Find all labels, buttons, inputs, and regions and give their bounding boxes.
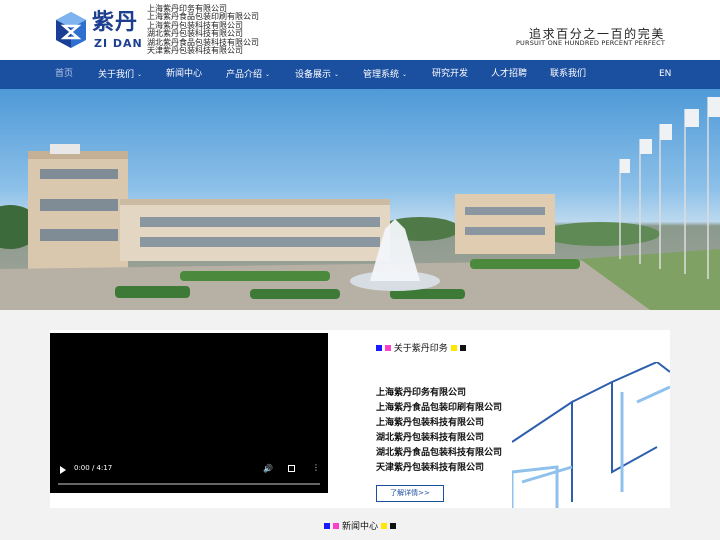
nav-home[interactable]: 首页 [55,60,73,89]
nav-lang-en[interactable]: EN [659,60,671,89]
cmyk-black-square-icon [389,523,396,529]
about-company: 湖北紫丹包装科技有限公司 [376,433,485,443]
main-nav: 首页 关于我们 ⌄ 新闻中心 产品介绍 ⌄ 设备展示 ⌄ 管理系统 ⌄ 研究开发 人才招… [0,60,720,89]
nav-news[interactable]: 新闻中心 [166,60,202,89]
cmyk-magenta-square-icon [384,345,391,351]
video-time: 0:00 / 4:17 [74,464,113,472]
learn-more-button[interactable]: 了解详情>> [376,485,444,502]
hero-banner-image [0,89,720,310]
chevron-down-icon: ⌄ [265,71,271,78]
nav-label: 新闻中心 [166,69,203,79]
cmyk-yellow-square-icon [450,345,457,351]
nav-products[interactable]: 产品介绍 ⌄ [226,60,270,89]
about-company: 湖北紫丹食品包装科技有限公司 [376,448,503,458]
nav-label: 人才招聘 [491,69,528,79]
about-title: 关于紫丹印务 [376,341,466,354]
cmyk-yellow-square-icon [380,523,387,529]
cmyk-blue-square-icon [324,523,331,529]
zidan-logo-icon[interactable] [56,12,86,48]
about-company: 天津紫丹包装科技有限公司 [376,463,485,473]
chevron-down-icon: ⌄ [402,71,408,78]
nav-label: 联系我们 [550,69,587,79]
fullscreen-icon[interactable] [288,465,295,472]
about-company: 上海紫丹包装科技有限公司 [376,418,485,428]
nav-about[interactable]: 关于我们 ⌄ [98,60,142,89]
nav-label: 产品介绍 [226,70,263,80]
chevron-down-icon: ⌄ [334,71,340,78]
factory-photo [0,97,720,310]
about-company-list: 上海紫丹印务有限公司 上海紫丹食品包装印刷有限公司 上海紫丹包装科技有限公司 湖… [376,386,502,476]
nav-label: 设备展示 [295,70,332,80]
chevron-down-icon: ⌄ [137,71,143,78]
volume-icon[interactable]: 🔊 [263,464,273,473]
more-options-icon[interactable]: ⋮ [312,463,320,472]
about-company: 上海紫丹食品包装印刷有限公司 [376,403,503,413]
play-icon[interactable] [60,466,66,474]
logo-text-en[interactable]: ZI DAN [94,38,143,50]
nav-label: 首页 [55,69,74,79]
header-company-list: 上海紫丹印务有限公司 上海紫丹食品包装印刷有限公司 上海紫丹包装科技有限公司 湖… [147,4,259,56]
video-progress-bar[interactable] [58,483,320,485]
nav-rnd[interactable]: 研究开发 [432,60,468,89]
nav-label: 研究开发 [432,69,469,79]
nav-management[interactable]: 管理系统 ⌄ [363,60,407,89]
header-company: 天津紫丹包装科技有限公司 [147,46,243,56]
cmyk-black-square-icon [459,345,466,351]
slogan-en: PURSUIT ONE HUNDRED PERCENT PERFECT [515,39,665,47]
decorative-logo-outline [512,362,670,508]
nav-label: 管理系统 [363,70,400,80]
nav-contact[interactable]: 联系我们 [550,60,586,89]
news-section-title: 新闻中心 [0,519,720,532]
logo-text-cn[interactable]: 紫丹 [92,10,138,36]
nav-equipment[interactable]: 设备展示 ⌄ [295,60,339,89]
cmyk-magenta-square-icon [333,523,340,529]
nav-careers[interactable]: 人才招聘 [491,60,527,89]
company-video-player[interactable]: 0:00 / 4:17 🔊 ⋮ [50,333,328,493]
nav-label: 关于我们 [98,70,135,80]
about-company: 上海紫丹印务有限公司 [376,388,467,398]
news-title-text: 新闻中心 [341,522,378,532]
site-header: 紫丹 ZI DAN 上海紫丹印务有限公司 上海紫丹食品包装印刷有限公司 上海紫丹… [0,0,720,60]
about-title-text: 关于紫丹印务 [393,344,448,354]
about-section: 0:00 / 4:17 🔊 ⋮ 关于紫丹印务 上海紫丹印务有限公司 上海紫丹食品… [50,330,670,508]
cmyk-blue-square-icon [376,345,382,351]
